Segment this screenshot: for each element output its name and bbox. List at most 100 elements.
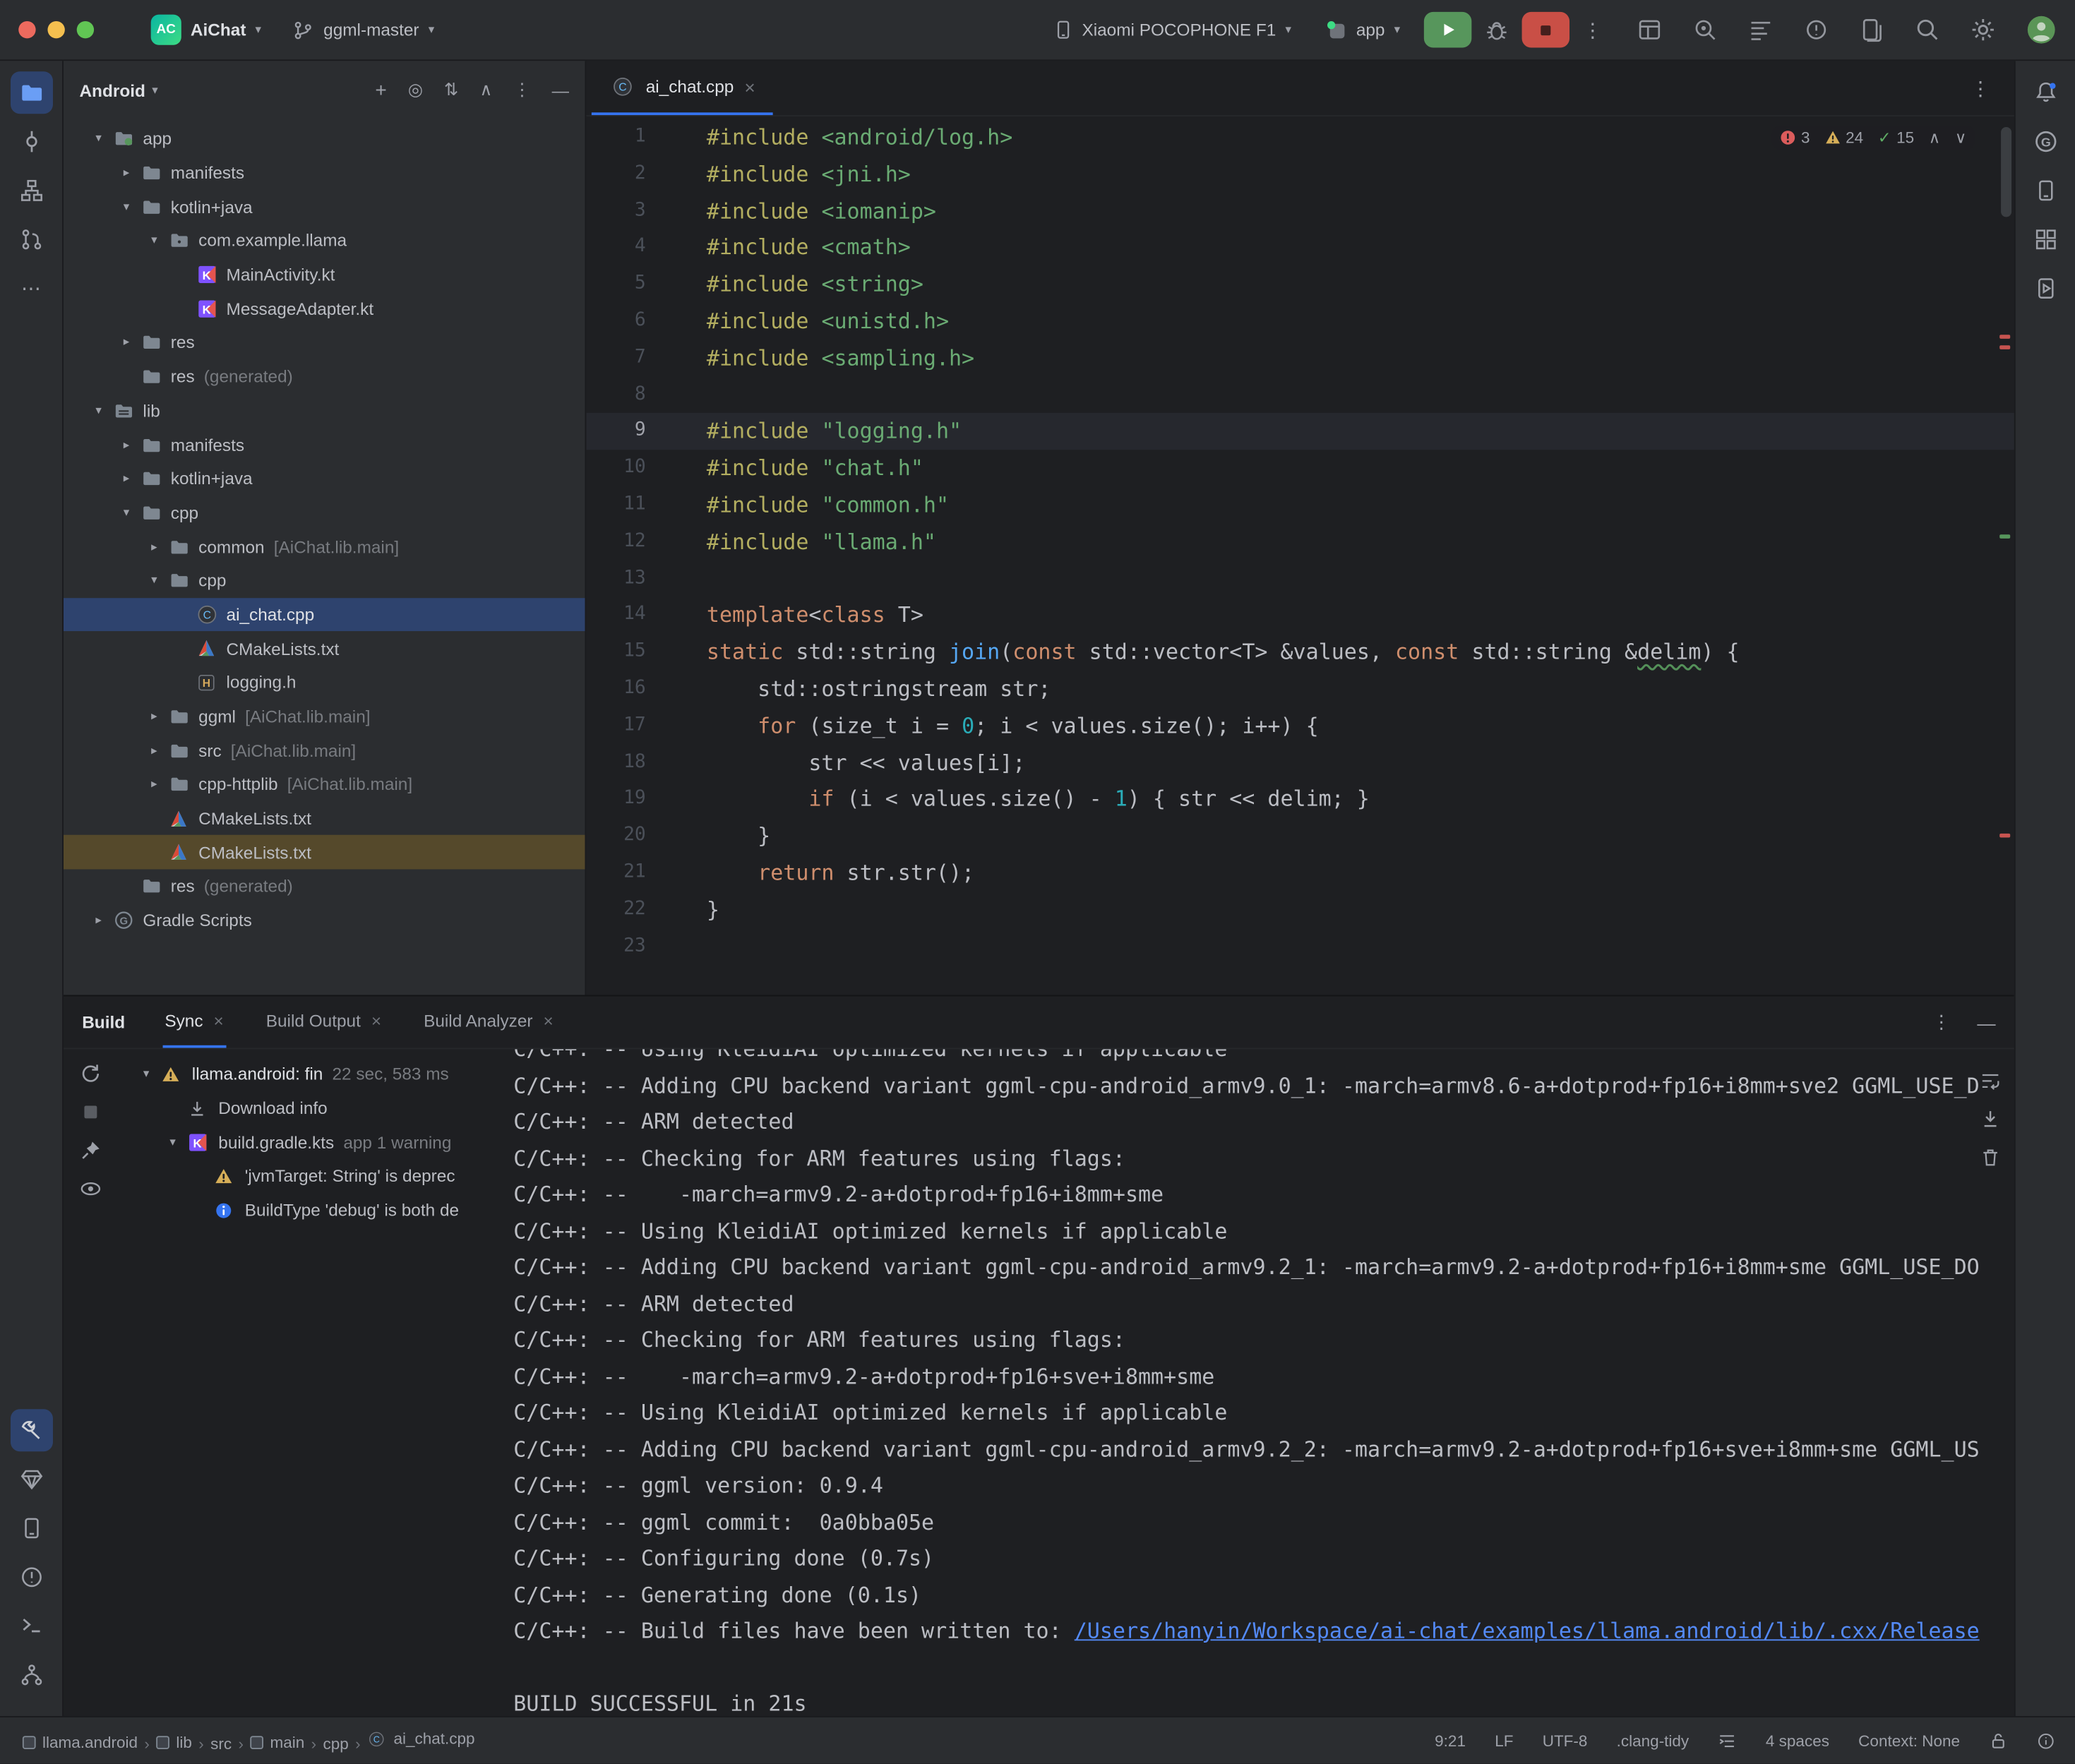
stripe-error-mark[interactable] [1999,335,2010,339]
app-inspection-toolwindow-button[interactable] [10,1458,52,1501]
tree-item-src[interactable]: ▸src[AiChat.lib.main] [64,733,585,767]
clang-tidy-indicator[interactable]: .clang-tidy [1617,1732,1690,1750]
stripe-error-mark[interactable] [1999,834,2010,838]
tree-item-cpp[interactable]: ▾cpp [64,563,585,597]
settings-button[interactable] [1971,17,1996,42]
code-line-23[interactable]: 23 [586,928,2014,965]
scroll-to-end-button[interactable] [1980,1109,2001,1130]
problems-toolwindow-button[interactable] [10,1556,52,1598]
app-quality-insights-button[interactable] [1804,17,1829,42]
build-tree-item-download-info[interactable]: Download info [116,1091,503,1125]
code-line-3[interactable]: 3#include <iomanip> [586,193,2014,229]
search-everywhere-button[interactable] [1915,17,1940,42]
tree-item-mainactivity-kt[interactable]: KMainActivity.kt [64,258,585,292]
debug-button[interactable] [1485,18,1509,42]
code-line-8[interactable]: 8 [586,376,2014,413]
indent-indicator[interactable]: 4 spaces [1766,1732,1829,1750]
layout-inspector-button[interactable] [1637,17,1663,42]
build-tree-item-build-gradle-kts[interactable]: ▾Kbuild.gradle.ktsapp 1 warning [116,1125,503,1159]
panel-options-icon[interactable]: ⋮ [513,79,530,100]
build-tree-item-buildtype-debug-is-both-de[interactable]: BuildType 'debug' is both de [116,1193,503,1227]
tree-item-res[interactable]: ▸res [64,325,585,359]
build-output-link[interactable]: /Users/hanyin/Workspace/ai-chat/examples… [1075,1618,1980,1643]
code-line-13[interactable]: 13 [586,560,2014,597]
tree-item-messageadapter-kt[interactable]: KMessageAdapter.kt [64,292,585,325]
code-line-17[interactable]: 17 for (size_t i = 0; i < values.size();… [586,707,2014,744]
version-control-toolwindow-button[interactable] [10,1654,52,1696]
device-manager-toolwindow-button[interactable] [2024,169,2067,212]
tree-item-cpp[interactable]: ▾cpp [64,496,585,529]
code-line-6[interactable]: 6#include <unistd.h> [586,303,2014,340]
clear-console-button[interactable] [1980,1147,2001,1168]
tree-item-cmakelists-txt[interactable]: CMakeLists.txt [64,801,585,835]
branch-selector[interactable]: ggml-master ▾ [282,14,445,46]
tree-item-res[interactable]: res(generated) [64,870,585,904]
code-line-11[interactable]: 11#include "common.h" [586,487,2014,524]
breadcrumb-item-main[interactable]: main [250,1733,304,1751]
inspections-widget[interactable]: 3 24 ✓ 15 ∧ ∨ [1772,126,1975,150]
code-line-19[interactable]: 19 if (i < values.size() - 1) { str << d… [586,781,2014,818]
code-line-10[interactable]: 10#include "chat.h" [586,450,2014,487]
tree-item-res[interactable]: res(generated) [64,359,585,393]
soft-wrap-button[interactable] [1980,1070,2001,1091]
macos-zoom-button[interactable] [77,21,94,38]
chevron-right-icon[interactable]: ▸ [143,709,165,724]
chevron-right-icon[interactable]: ▸ [115,438,138,452]
profile-avatar[interactable] [2026,15,2057,45]
chevron-down-icon[interactable]: ▾ [115,505,138,520]
project-selector[interactable]: AC AiChat ▾ [140,9,272,50]
chevron-right-icon[interactable]: ▸ [88,913,110,928]
more-toolwindows-button[interactable]: ⋯ [10,268,52,310]
add-icon[interactable]: + [375,79,386,102]
passed-count[interactable]: ✓ 15 [1878,128,1914,147]
chevron-down-icon[interactable]: ▾ [135,1067,157,1081]
stop-sync-button[interactable] [79,1101,102,1124]
tree-item-ggml[interactable]: ▸ggml[AiChat.lib.main] [64,700,585,733]
structure-toolwindow-button[interactable] [10,169,52,212]
hide-panel-icon[interactable]: — [552,80,569,100]
chevron-down-icon[interactable]: ▾ [143,573,165,588]
expand-all-icon[interactable]: ⇅ [444,79,458,100]
tree-item-ai-chat-cpp[interactable]: Cai_chat.cpp [64,598,585,632]
chevron-down-icon[interactable]: ▾ [88,403,110,418]
stripe-error-mark[interactable] [1999,345,2010,349]
close-icon[interactable]: × [214,1011,224,1031]
line-separator-indicator[interactable]: LF [1495,1732,1513,1750]
run-button[interactable] [1424,12,1471,48]
notifications-button[interactable] [2024,71,2067,114]
pin-button[interactable] [79,1139,102,1162]
code-line-12[interactable]: 12#include "llama.h" [586,524,2014,560]
macos-minimize-button[interactable] [47,21,64,38]
terminal-toolwindow-button[interactable] [10,1605,52,1648]
code-area[interactable]: 1#include <android/log.h>2#include <jni.… [586,116,2014,995]
build-tree-item-jvmtarget-string-is-deprec[interactable]: 'jvmTarget: String' is deprec [116,1159,503,1193]
chevron-down-icon[interactable]: ▾ [88,131,110,146]
device-explorer-toolwindow-button[interactable] [10,1507,52,1549]
code-line-22[interactable]: 22} [586,892,2014,928]
code-style-button[interactable] [1718,1732,1736,1750]
code-line-2[interactable]: 2#include <jni.h> [586,156,2014,193]
encoding-indicator[interactable]: UTF-8 [1543,1732,1588,1750]
tree-item-gradle-scripts[interactable]: ▸GGradle Scripts [64,904,585,937]
build-tab-build-analyzer[interactable]: Build Analyzer× [421,996,556,1048]
inspect-button[interactable] [79,1177,102,1200]
code-line-7[interactable]: 7#include <sampling.h> [586,340,2014,376]
editor-options-icon[interactable]: ⋮ [1971,76,1990,100]
hide-build-panel-icon[interactable]: — [1977,1012,1995,1033]
commit-toolwindow-button[interactable] [10,121,52,163]
stop-button[interactable] [1522,12,1569,48]
tree-item-manifests[interactable]: ▸manifests [64,428,585,462]
code-line-5[interactable]: 5#include <string> [586,266,2014,303]
pull-requests-toolwindow-button[interactable] [10,218,52,260]
close-icon[interactable]: × [371,1011,381,1031]
run-config-selector[interactable]: app ▾ [1315,14,1411,46]
rerun-sync-button[interactable] [79,1062,102,1085]
tree-item-kotlin-java[interactable]: ▸kotlin+java [64,462,585,496]
breadcrumb-item-cpp[interactable]: cpp [323,1734,349,1752]
status-notifications-button[interactable] [2037,1732,2055,1750]
build-toolwindow-button[interactable] [10,1409,52,1451]
gradle-toolwindow-button[interactable]: G [2024,121,2067,163]
error-count[interactable]: 3 [1780,128,1810,147]
build-tab-sync[interactable]: Sync× [162,996,227,1048]
build-console[interactable]: C/C++: -- Using KleidiAI optimized kerne… [503,1049,2014,1716]
